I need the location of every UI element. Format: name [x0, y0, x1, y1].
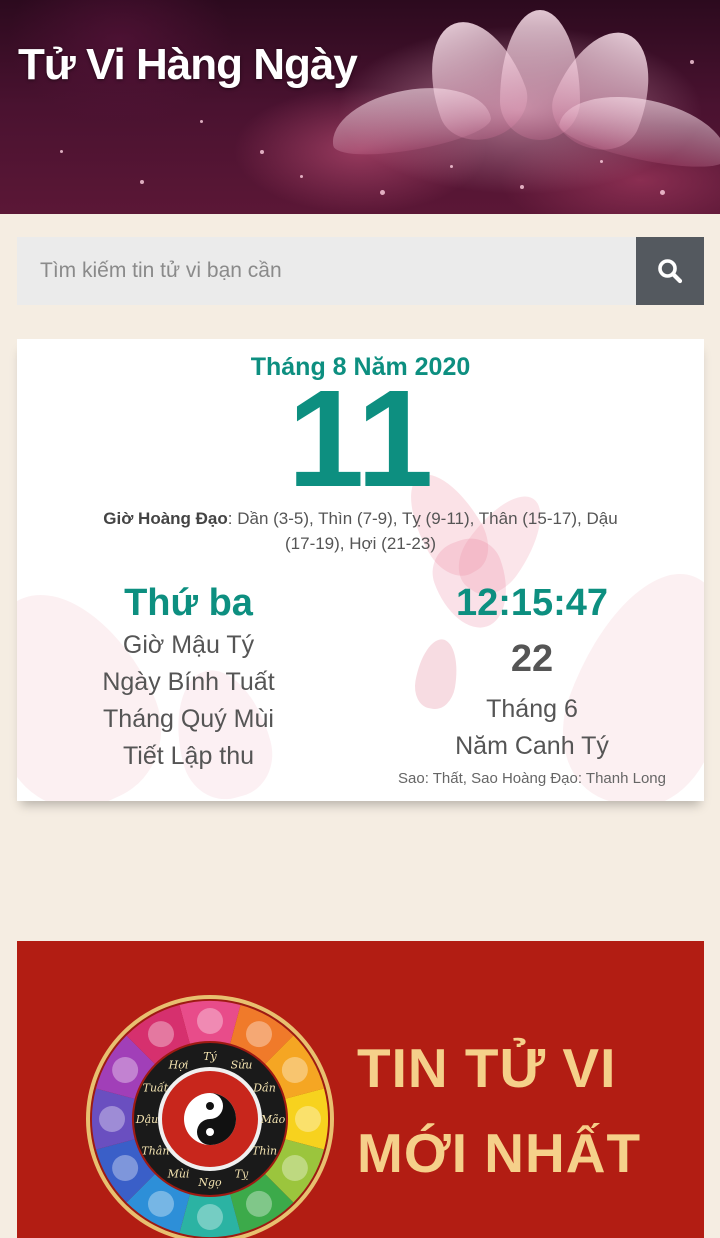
zodiac-animal-icon: [246, 1021, 272, 1048]
search-button[interactable]: [636, 237, 704, 305]
solar-day: 11: [287, 362, 434, 516]
wheel-label: Dần: [252, 1082, 276, 1095]
can-chi-hour: Giờ Mậu Tý: [122, 631, 255, 659]
zodiac-animal-icon: [112, 1155, 139, 1181]
zodiac-animal-icon: [112, 1057, 139, 1083]
header-banner: Tử Vi Hàng Ngày: [0, 0, 720, 214]
star-info: Sao: Thất, Sao Hoàng Đạo: Thanh Long: [398, 770, 666, 787]
can-chi-day: Ngày Bính Tuất: [102, 668, 275, 696]
wheel-label: Dậu: [135, 1113, 158, 1126]
zodiac-animal-icon: [246, 1190, 272, 1217]
gio-hoang-dao-label: Giờ Hoàng Đạo: [103, 509, 228, 528]
zodiac-animal-icon: [99, 1106, 125, 1132]
banner-title-line2: MỚI NHẤT: [357, 1122, 642, 1184]
zodiac-animal-icon: [197, 1008, 223, 1034]
wheel-label: Tý: [203, 1050, 217, 1063]
wheel-label: Sửu: [231, 1058, 253, 1071]
lunar-day: 22: [510, 638, 554, 680]
can-chi-month: Tháng Quý Mùi: [103, 705, 274, 733]
zodiac-animal-icon: [197, 1204, 223, 1230]
wheel-label: Tỵ: [235, 1168, 249, 1181]
wheel-label: Thìn: [252, 1145, 277, 1158]
solar-term: Tiết Lập thu: [122, 742, 255, 770]
latest-horoscope-banner[interactable]: Tý Sửu Dần Mão Thìn Tỵ Ngọ Mùi Thân Dậu Tuất Hợi TI…: [17, 941, 704, 1238]
site-title[interactable]: Tử Vi Hàng Ngày: [18, 40, 358, 90]
wheel-label: Tuất: [143, 1082, 169, 1095]
lunar-year: Năm Canh Tý: [455, 732, 609, 760]
gio-hoang-dao: Giờ Hoàng Đạo: Dần (3-5), Thìn (7-9), Tỵ…: [97, 506, 624, 556]
wheel-label: Ngọ: [197, 1176, 222, 1189]
search-icon: [658, 259, 683, 284]
can-chi-column: Thứ ba Giờ Mậu Tý Ngày Bính Tuất Tháng Q…: [17, 579, 360, 775]
wheel-label: Mão: [260, 1113, 286, 1126]
zodiac-animal-icon: [281, 1155, 308, 1181]
lunar-column: 12:15:47 22 Tháng 6 Năm Canh Tý Sao: Thấ…: [360, 579, 704, 791]
search-bar: [17, 237, 704, 305]
wheel-label: Hợi: [168, 1058, 189, 1071]
current-time: 12:15:47: [455, 582, 609, 624]
zodiac-animal-icon: [148, 1021, 174, 1048]
zodiac-animal-icon: [295, 1106, 321, 1132]
calendar-card: Tháng 8 Năm 2020 11 Giờ Hoàng Đạo: Dần (…: [17, 339, 704, 801]
gio-hoang-dao-value: : Dần (3-5), Thìn (7-9), Tỵ (9-11), Thân…: [227, 509, 618, 553]
zodiac-animal-icon: [148, 1190, 174, 1217]
lunar-month: Tháng 6: [486, 695, 578, 723]
wheel-label: Mùi: [167, 1168, 190, 1181]
weekday: Thứ ba: [124, 582, 253, 624]
zodiac-animal-icon: [281, 1057, 308, 1083]
banner-title-line1: TIN TỬ VI: [357, 1037, 617, 1099]
wheel-label: Thân: [141, 1145, 169, 1158]
search-input[interactable]: [17, 237, 636, 305]
